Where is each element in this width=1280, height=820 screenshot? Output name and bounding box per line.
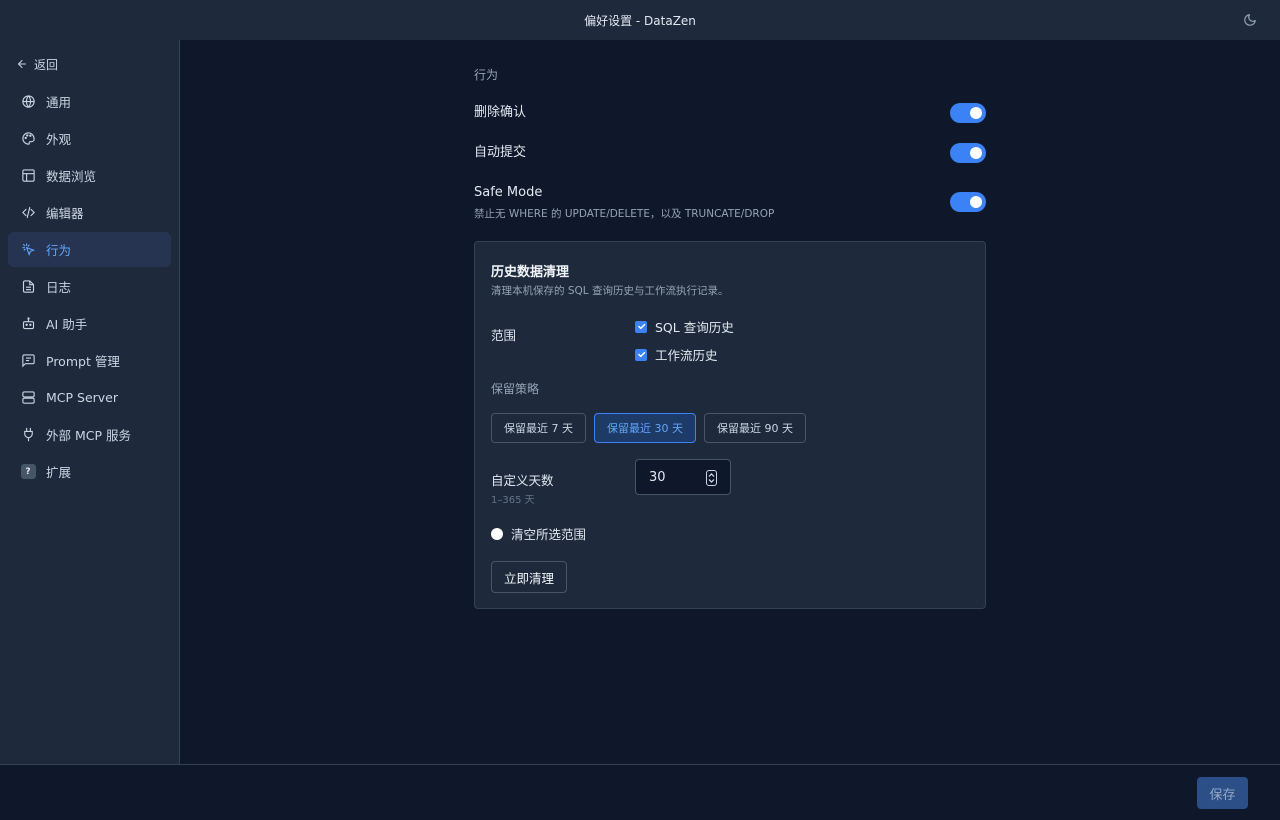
sidebar-item-ai-assistant[interactable]: AI 助手: [8, 306, 171, 341]
stepper-arrows-icon: [708, 473, 715, 483]
setting-label: 删除确认: [474, 105, 527, 120]
sidebar-item-label: 日志: [46, 280, 72, 295]
custom-days-value: 30: [649, 469, 666, 485]
sidebar-item-label: 通用: [46, 95, 72, 110]
retention-strategy-group: 保留最近 7 天 保留最近 30 天 保留最近 90 天: [491, 413, 814, 443]
palette-icon: [20, 131, 36, 147]
sidebar-item-general[interactable]: 通用: [8, 84, 171, 119]
sidebar-item-editor[interactable]: 编辑器: [8, 195, 171, 230]
strategy-label: 保留策略: [491, 382, 540, 396]
sidebar-item-label: 外部 MCP 服务: [46, 428, 131, 443]
custom-days-hint: 1–365 天: [491, 495, 535, 506]
file-text-icon: [20, 279, 36, 295]
sidebar-item-label: 外观: [46, 132, 72, 147]
message-square-icon: [20, 353, 36, 369]
code-icon: [20, 205, 36, 221]
server-icon: [20, 390, 36, 406]
sidebar-item-external-mcp[interactable]: 外部 MCP 服务: [8, 417, 171, 452]
sidebar-item-logs[interactable]: 日志: [8, 269, 171, 304]
retain-30-days-button[interactable]: 保留最近 30 天: [594, 413, 696, 443]
arrow-left-icon: [18, 60, 26, 68]
save-button[interactable]: 保存: [1197, 777, 1248, 809]
radio-unchecked-icon: [491, 527, 503, 540]
window-title: 偏好设置 - DataZen: [584, 13, 696, 28]
radio-label: 清空所选范围: [511, 527, 587, 542]
theme-toggle-button[interactable]: [1242, 12, 1258, 28]
sidebar-item-mcp-server[interactable]: MCP Server: [8, 380, 171, 415]
auto-commit-toggle[interactable]: [950, 143, 986, 163]
range-workflow-history-checkbox[interactable]: 工作流历史: [635, 345, 718, 364]
sidebar-item-label: AI 助手: [46, 317, 88, 332]
back-label: 返回: [34, 57, 59, 72]
main-content: 行为 删除确认 自动提交 Safe Mode 禁止无 WHERE 的 UPDAT…: [181, 40, 1280, 764]
section-title: 行为: [474, 68, 499, 82]
setting-safe-mode: Safe Mode 禁止无 WHERE 的 UPDATE/DELETE，以及 T…: [474, 185, 986, 221]
checkbox-label: SQL 查询历史: [655, 320, 734, 335]
custom-days-label: 自定义天数: [491, 473, 554, 488]
bot-icon: [20, 316, 36, 332]
number-stepper[interactable]: [706, 470, 717, 486]
sidebar-item-label: Prompt 管理: [46, 354, 120, 369]
pointer-click-icon: [20, 242, 36, 258]
setting-delete-confirm: 删除确认: [474, 103, 986, 125]
sidebar-item-extensions[interactable]: ? 扩展: [8, 454, 171, 489]
clear-all-radio[interactable]: 清空所选范围: [491, 524, 586, 543]
sidebar: 返回 通用 外观 数据浏览 编辑器 行为 日志 AI 助手 Prompt 管理 …: [0, 40, 180, 764]
sidebar-item-label: 扩展: [46, 465, 72, 480]
setting-description: 禁止无 WHERE 的 UPDATE/DELETE，以及 TRUNCATE/DR…: [474, 208, 775, 220]
sidebar-item-label: 行为: [46, 243, 72, 258]
custom-days-input[interactable]: 30: [635, 459, 731, 495]
checkbox-checked-icon: [635, 348, 647, 361]
retain-7-days-button[interactable]: 保留最近 7 天: [491, 413, 586, 443]
range-label: 范围: [491, 328, 517, 343]
retain-90-days-button[interactable]: 保留最近 90 天: [704, 413, 806, 443]
setting-label: 自动提交: [474, 145, 527, 160]
sidebar-item-appearance[interactable]: 外观: [8, 121, 171, 156]
clean-now-button[interactable]: 立即清理: [491, 561, 568, 593]
globe-icon: [20, 94, 36, 110]
moon-icon: [1244, 14, 1256, 26]
footer-bar: 保存: [0, 764, 1280, 820]
title-bar: 偏好设置 - DataZen: [0, 0, 1280, 40]
checkbox-label: 工作流历史: [655, 348, 718, 363]
sidebar-item-behavior[interactable]: 行为: [8, 232, 171, 267]
setting-label: Safe Mode: [474, 185, 543, 200]
back-button[interactable]: 返回: [8, 48, 171, 80]
range-sql-history-checkbox[interactable]: SQL 查询历史: [635, 317, 734, 336]
table-icon: [20, 168, 36, 184]
sidebar-item-label: MCP Server: [46, 390, 119, 405]
checkbox-checked-icon: [635, 320, 647, 333]
sidebar-item-data-browse[interactable]: 数据浏览: [8, 158, 171, 193]
sidebar-item-prompt-management[interactable]: Prompt 管理: [8, 343, 171, 378]
safe-mode-toggle[interactable]: [950, 192, 986, 212]
sidebar-item-label: 编辑器: [46, 206, 84, 221]
sidebar-item-label: 数据浏览: [46, 169, 97, 184]
card-description: 清理本机保存的 SQL 查询历史与工作流执行记录。: [491, 285, 729, 297]
plug-icon: [20, 427, 36, 443]
delete-confirm-toggle[interactable]: [950, 103, 986, 123]
card-title: 历史数据清理: [491, 265, 570, 280]
setting-auto-commit: 自动提交: [474, 143, 986, 165]
question-badge-icon: ?: [20, 464, 36, 480]
history-cleanup-card: 历史数据清理 清理本机保存的 SQL 查询历史与工作流执行记录。 范围 SQL …: [474, 241, 986, 609]
